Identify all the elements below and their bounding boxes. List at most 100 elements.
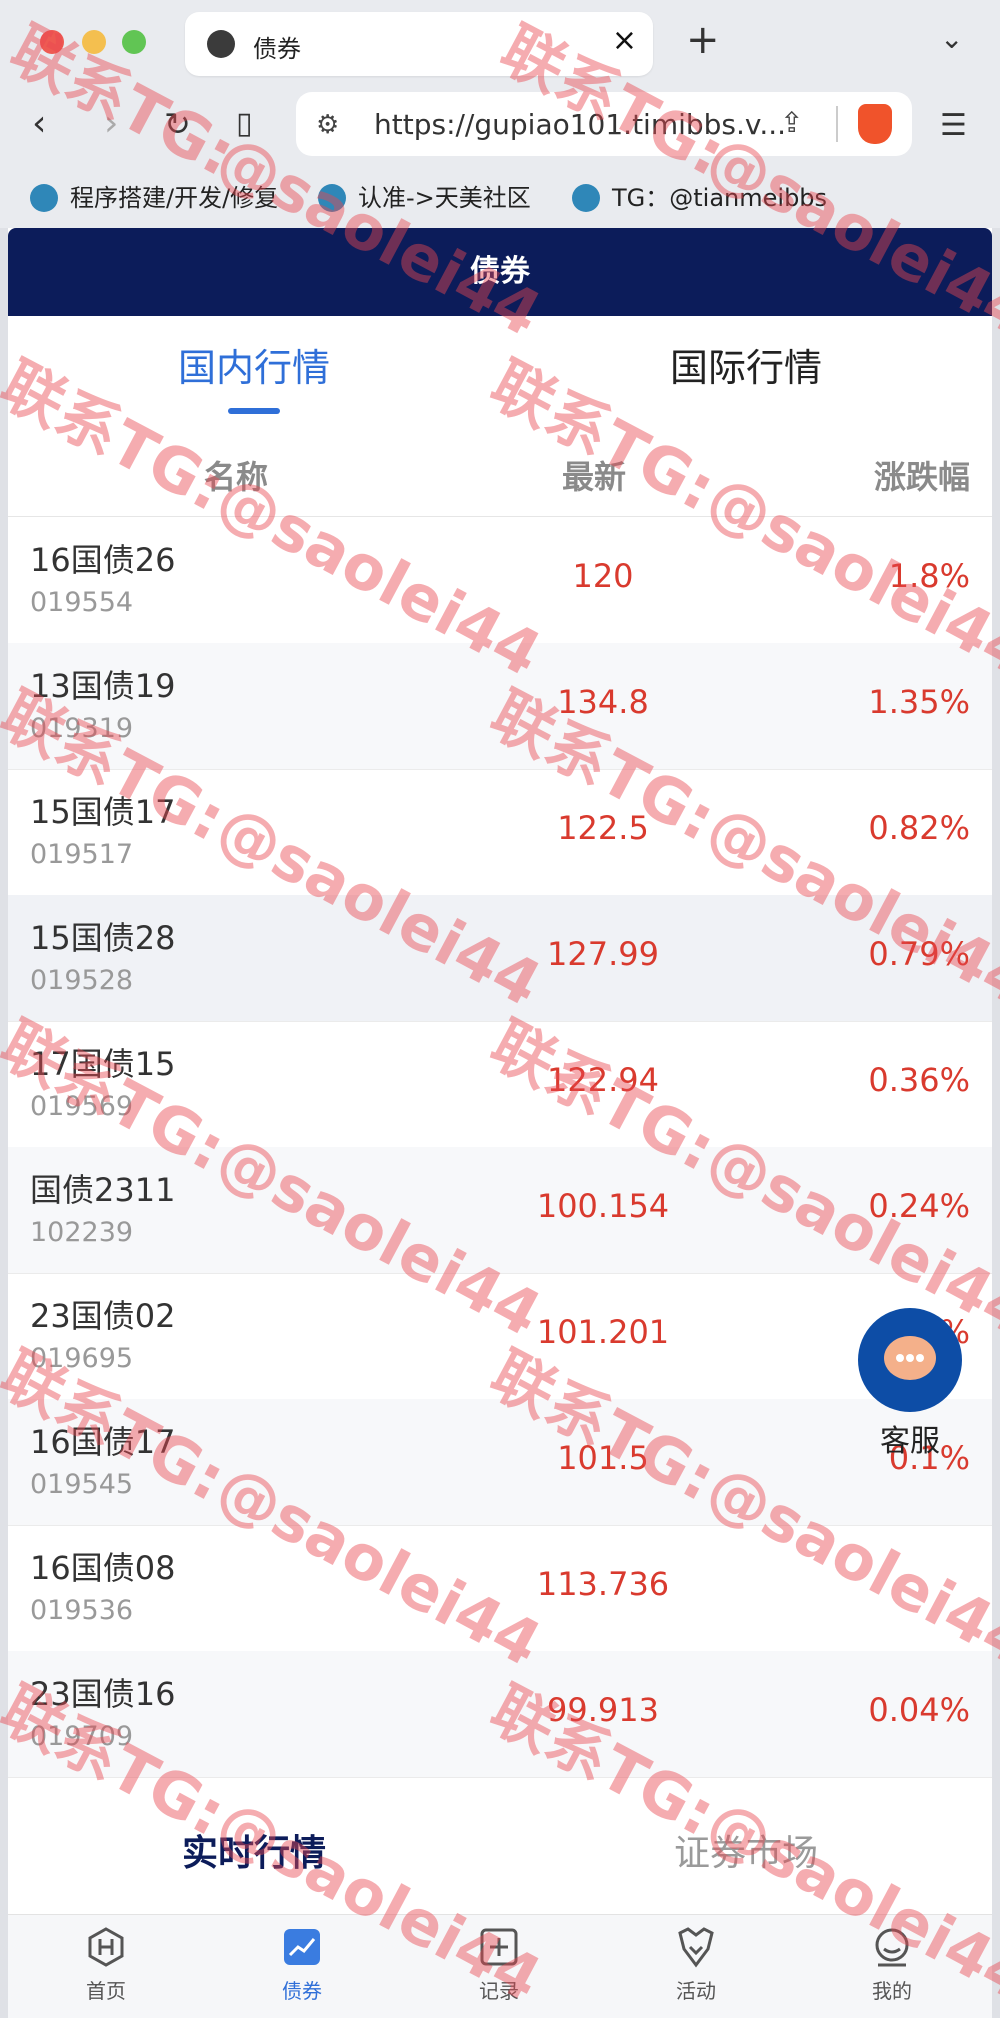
table-row[interactable]: 15国债28 019528 127.99 0.79% (8, 895, 992, 1022)
home-icon (88, 1927, 124, 1967)
column-latest: 最新 (562, 458, 627, 496)
bond-code: 019569 (30, 1091, 134, 1122)
bond-name: 23国债16 (30, 1675, 176, 1713)
chevron-down-icon[interactable]: ⌄ (940, 22, 963, 55)
bond-price: 122.5 (557, 809, 649, 847)
nav-label: 我的 (872, 1979, 912, 2003)
market-tabs: 国内行情 国际行情 (8, 316, 992, 426)
bond-name: 17国债15 (30, 1045, 176, 1083)
browser-chrome: 债券 × + ⌄ ‹ › ↻ ▯ ⚙ https://gupiao101.tim… (0, 0, 1000, 228)
table-row[interactable]: 16国债26 019554 120 1.8% (8, 517, 992, 644)
site-favicon-icon (318, 184, 346, 212)
nav-label: 记录 (479, 1979, 519, 2003)
hamburger-menu-icon[interactable]: ☰ (940, 108, 967, 143)
bond-price: 101.5 (557, 1439, 649, 1477)
divider (836, 106, 838, 142)
bookmark-item[interactable]: 认准->天美社区 (318, 178, 531, 213)
bond-change: 0.36% (868, 1061, 970, 1099)
table-row[interactable]: 17国债15 019569 122.94 0.36% (8, 1021, 992, 1148)
tab-international[interactable]: 国际行情 (500, 316, 992, 426)
minimize-window-button[interactable] (82, 30, 106, 54)
site-favicon-icon (572, 184, 600, 212)
brave-shield-icon[interactable] (858, 104, 892, 144)
nav-label: 活动 (676, 1979, 716, 2003)
bookmark-item[interactable]: 程序搭建/开发/修复 (30, 178, 278, 213)
reload-button[interactable]: ↻ (164, 104, 191, 144)
nav-label: 首页 (86, 1979, 126, 2003)
bond-price: 99.913 (547, 1691, 659, 1729)
bond-change: 0.24% (868, 1187, 970, 1225)
new-tab-button[interactable]: + (686, 20, 720, 60)
url-text: https://gupiao101.timibbs.v... (374, 108, 787, 141)
site-favicon-icon (30, 184, 58, 212)
bookmark-icon[interactable]: ▯ (236, 104, 253, 144)
bond-name: 13国债19 (30, 667, 176, 705)
table-row[interactable]: 13国债19 019319 134.8 1.35% (8, 643, 992, 770)
bond-code: 019517 (30, 839, 134, 870)
badge-icon (678, 1927, 714, 1968)
bond-change: 0.82% (868, 809, 970, 847)
tab-title: 债券 (253, 35, 301, 63)
bond-name: 23国债02 (30, 1297, 176, 1335)
bond-change: 1.35% (868, 683, 970, 721)
chart-icon (284, 1929, 320, 1965)
page-content: 债券 国内行情 国际行情 名称 最新 涨跌幅 16国债26 019554 120… (8, 228, 992, 2018)
tab-securities-market[interactable]: 证券市场 (500, 1824, 992, 1876)
address-bar[interactable]: ⚙ https://gupiao101.timibbs.v... ⇪ (296, 92, 912, 156)
browser-tab[interactable]: 债券 × (185, 12, 653, 76)
bond-code: 019695 (30, 1343, 134, 1374)
bond-name: 15国债28 (30, 919, 176, 957)
bond-name: 16国债26 (30, 541, 176, 579)
nav-records[interactable]: 记录 (401, 1925, 597, 2004)
bond-code: 102239 (30, 1217, 134, 1248)
bond-code: 019536 (30, 1595, 134, 1626)
bond-price: 113.736 (536, 1565, 670, 1603)
bottom-nav: 首页 债券 记录 活动 我的 (8, 1914, 992, 2018)
site-settings-icon[interactable]: ⚙ (316, 110, 339, 140)
share-icon[interactable]: ⇪ (780, 106, 803, 139)
nav-activity[interactable]: 活动 (598, 1925, 794, 2004)
globe-icon (207, 30, 235, 58)
table-row[interactable]: 23国债16 019709 99.913 0.04% (8, 1651, 992, 1778)
user-icon (875, 1928, 909, 1967)
bond-name: 国债2311 (30, 1171, 176, 1209)
tab-realtime[interactable]: 实时行情 (8, 1824, 500, 1876)
chat-bubble-icon (858, 1308, 962, 1412)
bond-price: 127.99 (547, 935, 659, 973)
forward-button[interactable]: › (104, 104, 118, 144)
bond-price: 134.8 (557, 683, 649, 721)
bond-code: 019319 (30, 713, 134, 744)
table-header: 名称 最新 涨跌幅 (8, 426, 992, 517)
customer-service-label: 客服 (880, 1424, 940, 1459)
plus-box-icon (480, 1928, 518, 1966)
maximize-window-button[interactable] (122, 30, 146, 54)
sub-tabs: 实时行情 证券市场 (8, 1784, 992, 1914)
table-row[interactable]: 23国债02 019695 101.201 0.1% (8, 1273, 992, 1400)
close-tab-icon[interactable]: × (612, 26, 637, 56)
bond-code: 019709 (30, 1721, 134, 1752)
bond-price: 120 (572, 557, 634, 595)
bookmark-item[interactable]: TG：@tianmeibbs (572, 178, 827, 213)
back-button[interactable]: ‹ (32, 104, 46, 144)
bond-name: 15国债17 (30, 793, 176, 831)
nav-label: 债券 (282, 1979, 322, 2003)
table-row[interactable]: 国债2311 102239 100.154 0.24% (8, 1147, 992, 1274)
bookmarks-bar: 程序搭建/开发/修复 认准->天美社区 TG：@tianmeibbs (0, 170, 1000, 220)
nav-profile[interactable]: 我的 (794, 1925, 990, 2004)
nav-bonds[interactable]: 债券 (204, 1925, 400, 2004)
active-tab-indicator (228, 408, 280, 414)
customer-service-button[interactable]: 客服 (854, 1308, 966, 1460)
bond-price: 100.154 (536, 1187, 670, 1225)
bond-change: 0.04% (868, 1691, 970, 1729)
bond-change: 0.79% (868, 935, 970, 973)
bond-name: 16国债08 (30, 1549, 176, 1587)
bond-name: 16国债17 (30, 1423, 176, 1461)
column-change: 涨跌幅 (873, 458, 970, 496)
table-row[interactable]: 16国债08 019536 113.736 (8, 1525, 992, 1652)
close-window-button[interactable] (40, 30, 64, 54)
nav-home[interactable]: 首页 (8, 1925, 204, 2004)
bond-price: 101.201 (536, 1313, 670, 1351)
table-row[interactable]: 15国债17 019517 122.5 0.82% (8, 769, 992, 896)
bond-code: 019554 (30, 587, 134, 618)
table-row[interactable]: 16国债17 019545 101.5 0.1% (8, 1399, 992, 1526)
